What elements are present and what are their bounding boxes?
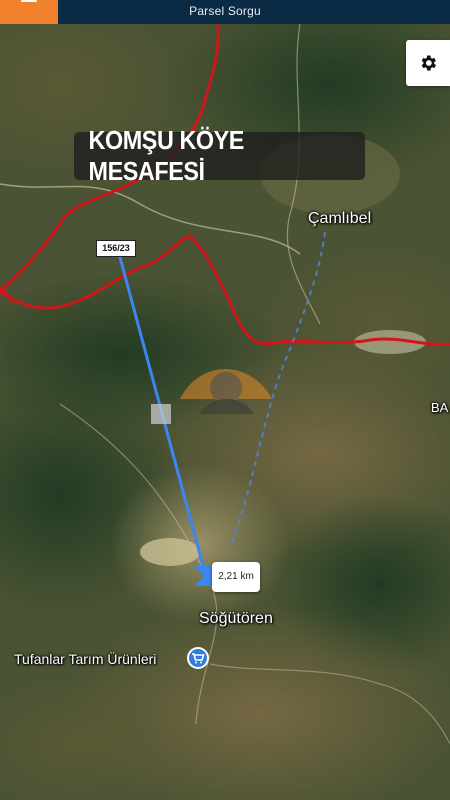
place-label-tufanlar: Tufanlar Tarım Ürünleri: [14, 651, 157, 667]
place-label-sogutoren: Söğütören: [199, 610, 273, 627]
settings-button[interactable]: [406, 40, 450, 86]
distance-label: 2,21 km: [212, 562, 260, 592]
top-bar: Parsel Sorgu: [0, 0, 450, 24]
gear-icon: [421, 55, 436, 71]
parcel-label[interactable]: 156/23: [96, 240, 136, 257]
banner-title: KOMŞU KÖYE MESAFESİ: [88, 125, 245, 186]
place-label-ba: BA: [431, 400, 449, 415]
measure-midpoint-handle[interactable]: [151, 404, 171, 424]
app-title: Parsel Sorgu: [189, 4, 261, 18]
banner: KOMŞU KÖYE MESAFESİ: [74, 125, 365, 186]
place-label-camlibel: Çamlıbel: [308, 210, 372, 227]
shopping-cart-icon[interactable]: [186, 646, 210, 670]
hamburger-icon: [21, 0, 37, 2]
